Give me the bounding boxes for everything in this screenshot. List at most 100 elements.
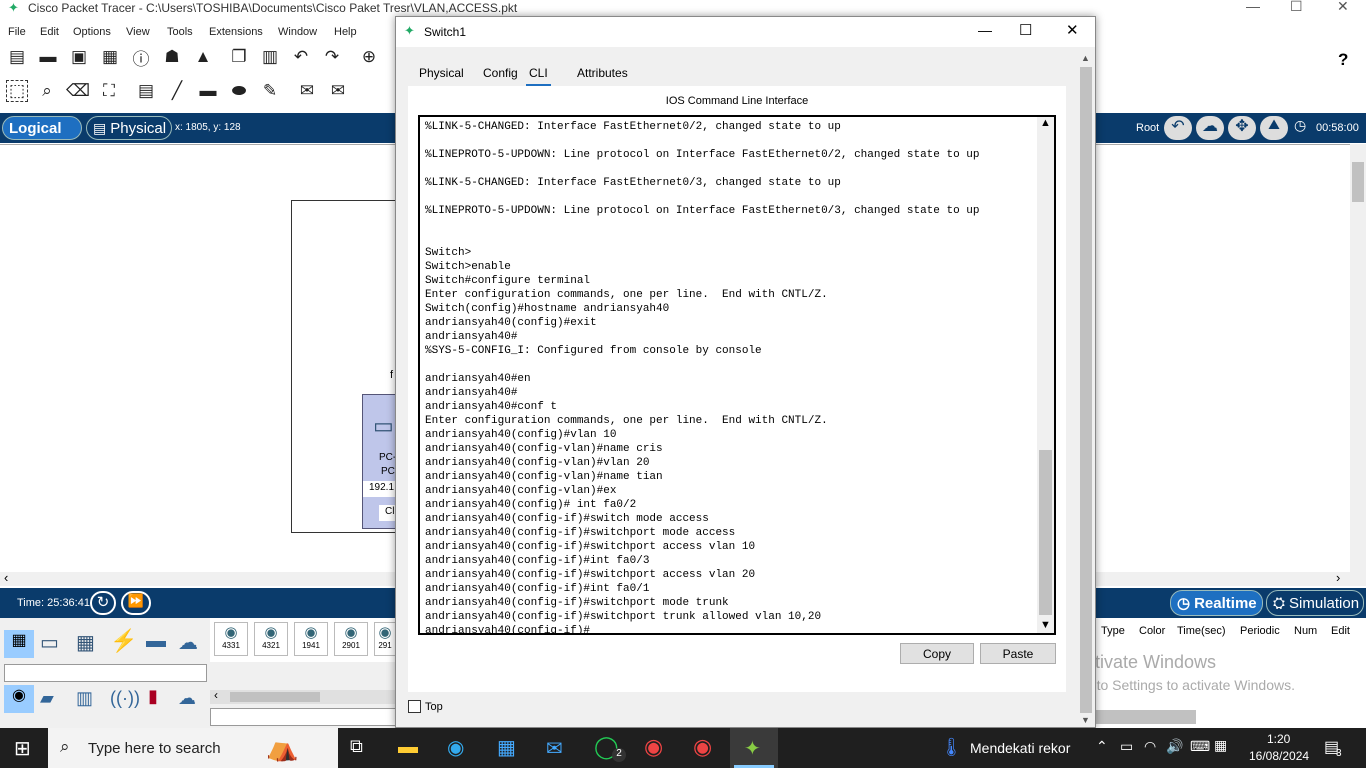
dialog-minimize-icon[interactable]: — <box>978 22 992 38</box>
routers-subcategory-icon[interactable]: ◉ <box>4 685 34 713</box>
info-icon[interactable]: ⓘ <box>130 46 152 69</box>
resize-icon[interactable]: ⛶ <box>98 80 120 102</box>
redo-icon[interactable]: ↷ <box>321 46 343 68</box>
edge-icon[interactable]: ◉ <box>447 735 464 760</box>
router-2901[interactable]: ◉ 2901 <box>334 622 368 656</box>
realtime-mode-button[interactable]: ◷ Realtime <box>1170 590 1263 616</box>
misc-category-icon[interactable]: ▬ <box>146 630 166 653</box>
undo-icon[interactable]: ↶ <box>290 46 312 68</box>
taskbar-search-box[interactable]: ⌕ Type here to search ⛺ <box>48 728 338 768</box>
help-icon[interactable]: ? <box>1338 50 1348 70</box>
volume-icon[interactable]: 🔊 <box>1166 738 1183 755</box>
fast-forward-icon[interactable]: ⏩ <box>121 591 151 615</box>
end-devices-category-icon[interactable]: ▭ <box>40 630 59 655</box>
copy-icon[interactable]: ❐ <box>228 46 250 68</box>
scroll-left-icon[interactable]: ‹ <box>214 688 218 702</box>
chrome-profile-icon[interactable]: ◉ <box>693 734 712 760</box>
menu-tools[interactable]: Tools <box>167 26 193 38</box>
delete-icon[interactable]: ⌫ <box>66 80 90 102</box>
print-icon[interactable]: ▦ <box>99 46 121 68</box>
menu-window[interactable]: Window <box>278 26 317 38</box>
windows-start-icon[interactable]: ⊞ <box>14 736 31 761</box>
language-icon[interactable]: ⌨ <box>1190 738 1210 755</box>
simple-pdu-icon[interactable]: ✉ <box>296 80 318 102</box>
workspace-vertical-scrollbar[interactable] <box>1350 144 1366 572</box>
clock-time[interactable]: 1:20 <box>1267 732 1290 746</box>
paste-icon[interactable]: ▥ <box>259 46 281 68</box>
minimize-icon[interactable]: — <box>1246 0 1260 14</box>
background-icon[interactable]: ⛰ <box>1260 116 1288 140</box>
keyboard-icon[interactable]: ▦ <box>1214 737 1227 754</box>
maximize-icon[interactable]: ☐ <box>1290 0 1303 15</box>
simulation-mode-button[interactable]: ⛭ Simulation <box>1266 590 1364 616</box>
select-icon[interactable]: ⬚ <box>6 80 28 102</box>
save-icon[interactable]: ▣ <box>68 46 90 68</box>
physical-view-button[interactable]: ▤ Physical <box>86 116 172 140</box>
file-explorer-icon[interactable]: ▬ <box>398 736 418 759</box>
vertical-scroll-thumb[interactable] <box>1352 162 1364 202</box>
cluster-icon[interactable]: ☁ <box>1196 116 1224 140</box>
freeform-icon[interactable]: ✎ <box>259 80 281 102</box>
security-subcategory-icon[interactable]: ▮ <box>148 686 158 707</box>
dialog-maximize-icon[interactable]: ☐ <box>1019 21 1032 39</box>
copy-button[interactable]: Copy <box>900 643 974 664</box>
hubs-subcategory-icon[interactable]: ▥ <box>76 688 93 709</box>
components-category-icon[interactable]: ▦ <box>76 630 95 655</box>
device-list-scrollbar[interactable]: ‹ <box>210 688 396 704</box>
tab-cli[interactable]: CLI <box>526 66 551 86</box>
event-list-scroll-thumb[interactable] <box>1096 710 1196 724</box>
packet-tracer-taskbar-button[interactable]: ✦ <box>730 728 778 768</box>
connections-category-icon[interactable]: ⚡ <box>110 628 137 654</box>
activity-wizard-icon[interactable]: ▲ <box>192 46 214 68</box>
router-4321[interactable]: ◉ 4321 <box>254 622 288 656</box>
scroll-up-icon[interactable]: ▲ <box>1081 53 1090 63</box>
scroll-down-icon[interactable]: ▼ <box>1081 715 1090 725</box>
new-file-icon[interactable]: ▤ <box>6 46 28 68</box>
top-checkbox[interactable] <box>408 700 421 713</box>
scroll-right-icon[interactable]: › <box>1336 570 1340 585</box>
zoom-in-icon[interactable]: ⊕ <box>358 46 380 68</box>
weather-text[interactable]: Mendekati rekor <box>970 740 1070 756</box>
cli-terminal[interactable]: %LINK-5-CHANGED: Interface FastEthernet0… <box>418 115 1056 635</box>
network-icon[interactable]: ▭ <box>1120 738 1133 755</box>
menu-options[interactable]: Options <box>73 26 111 38</box>
complex-pdu-icon[interactable]: ✉ <box>327 80 349 102</box>
chevron-up-icon[interactable]: ⌃ <box>1096 738 1108 755</box>
paste-button[interactable]: Paste <box>980 643 1056 664</box>
wifi-icon[interactable]: ◠ <box>1144 738 1156 755</box>
menu-help[interactable]: Help <box>334 26 357 38</box>
open-folder-icon[interactable]: ▬ <box>37 46 59 68</box>
menu-extensions[interactable]: Extensions <box>209 26 263 38</box>
mail-icon[interactable]: ✉ <box>546 736 563 761</box>
note-icon[interactable]: ▤ <box>135 80 157 102</box>
reset-time-icon[interactable]: ↻ <box>90 591 116 615</box>
terminal-scroll-thumb[interactable] <box>1039 450 1052 615</box>
back-icon[interactable]: ↶ <box>1164 116 1192 140</box>
tab-config[interactable]: Config <box>483 66 518 80</box>
menu-file[interactable]: File <box>8 26 26 38</box>
switches-subcategory-icon[interactable]: ▰ <box>40 688 54 709</box>
network-devices-category-icon[interactable]: ▦ <box>4 630 34 658</box>
scroll-down-icon[interactable]: ▼ <box>1040 619 1051 631</box>
wireless-subcategory-icon[interactable]: ((·)) <box>110 688 140 709</box>
menu-edit[interactable]: Edit <box>40 26 59 38</box>
multiuser-category-icon[interactable]: ☁ <box>178 630 198 655</box>
device-list-scroll-thumb[interactable] <box>230 692 320 702</box>
task-view-icon[interactable]: ⧉ <box>350 736 363 757</box>
tab-physical[interactable]: Physical <box>419 66 464 80</box>
dialog-scrollbar[interactable]: ▲ ▼ <box>1078 51 1094 727</box>
store-icon[interactable]: ▦ <box>497 735 516 760</box>
ellipse-icon[interactable]: ⬬ <box>228 80 250 102</box>
close-icon[interactable]: ✕ <box>1337 0 1349 15</box>
router-1941[interactable]: ◉ 1941 <box>294 622 328 656</box>
clock-date[interactable]: 16/08/2024 <box>1249 749 1309 763</box>
logical-view-button[interactable]: Logical <box>2 116 82 140</box>
network-wizard-icon[interactable]: ☗ <box>161 46 183 68</box>
router-2911[interactable]: ◉ 291 <box>374 622 396 656</box>
dialog-close-icon[interactable]: ✕ <box>1066 21 1079 39</box>
wan-emulation-subcategory-icon[interactable]: ☁ <box>178 688 196 709</box>
rectangle-icon[interactable]: ▬ <box>197 80 219 102</box>
menu-view[interactable]: View <box>126 26 150 38</box>
line-icon[interactable]: ╱ <box>166 80 188 102</box>
terminal-scrollbar[interactable]: ▲ ▼ <box>1037 117 1054 633</box>
